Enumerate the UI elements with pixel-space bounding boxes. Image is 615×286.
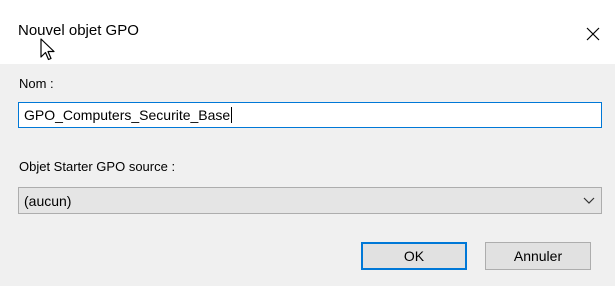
text-caret [231,107,233,123]
mouse-pointer-icon [40,38,55,61]
dialog-body: Nom : GPO_Computers_Securite_Base Objet … [0,64,615,286]
chevron-down-icon [582,194,596,208]
ok-button[interactable]: OK [361,242,467,270]
dialog-title: Nouvel objet GPO [18,22,139,39]
name-label: Nom : [19,76,54,91]
name-input-value: GPO_Computers_Securite_Base [24,107,231,123]
title-bar: Nouvel objet GPO [0,0,615,64]
close-icon [586,27,600,41]
close-button[interactable] [571,16,615,52]
new-gpo-dialog: Nouvel objet GPO Nom : GPO_Computers_Sec… [0,0,615,286]
cancel-button[interactable]: Annuler [485,242,591,270]
starter-gpo-selected-value: (aucun) [24,192,72,209]
starter-gpo-label: Objet Starter GPO source : [19,159,176,174]
starter-gpo-select[interactable]: (aucun) [18,187,602,214]
name-input[interactable]: GPO_Computers_Securite_Base [18,102,602,128]
